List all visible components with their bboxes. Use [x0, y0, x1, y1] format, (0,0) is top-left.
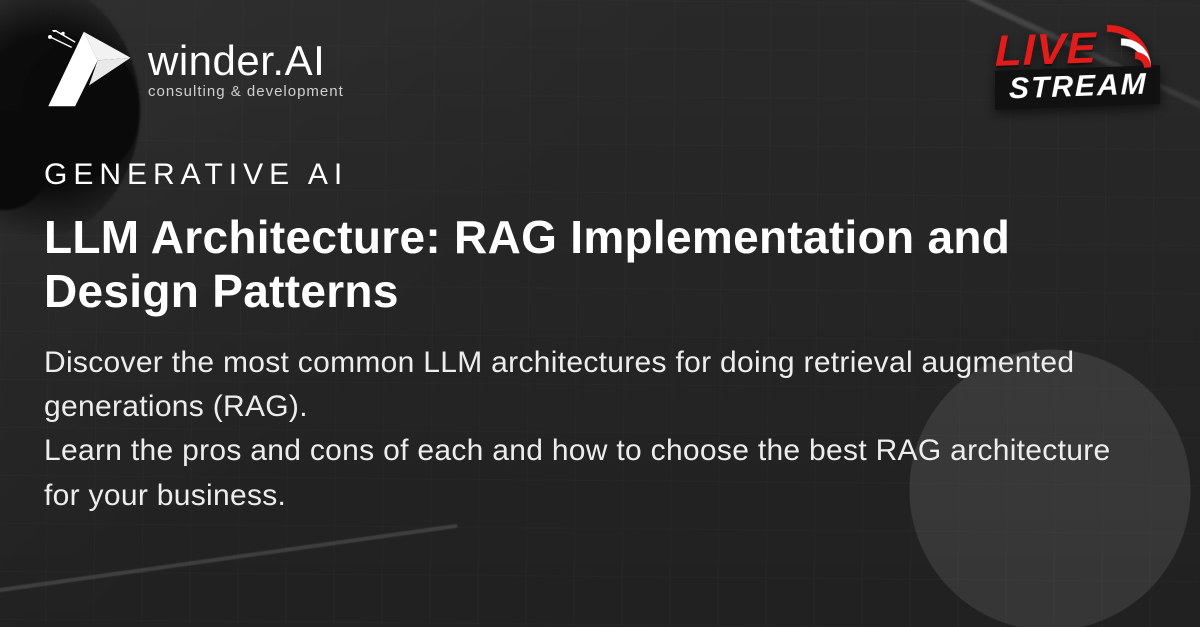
live-text: LIVE: [995, 29, 1097, 72]
bird-icon: [44, 30, 134, 108]
brand-name: winder.AI: [148, 40, 344, 82]
promo-card: winder.AI consulting & development LIVE …: [0, 0, 1200, 627]
content-area: winder.AI consulting & development LIVE …: [0, 0, 1200, 627]
title: LLM Architecture: RAG Implementation and…: [44, 210, 1124, 319]
brand-tagline: consulting & development: [148, 84, 344, 99]
stream-text: STREAM: [995, 65, 1160, 110]
description: Discover the most common LLM architectur…: [44, 341, 1144, 519]
header-row: winder.AI consulting & development LIVE …: [44, 22, 1160, 132]
broadcast-icon: [1105, 23, 1151, 71]
brand-logo: winder.AI consulting & development: [44, 30, 344, 108]
brand-text: winder.AI consulting & development: [148, 40, 344, 99]
eyebrow: GENERATIVE AI: [44, 158, 1160, 192]
live-stream-badge: LIVE STREAM: [995, 23, 1160, 110]
